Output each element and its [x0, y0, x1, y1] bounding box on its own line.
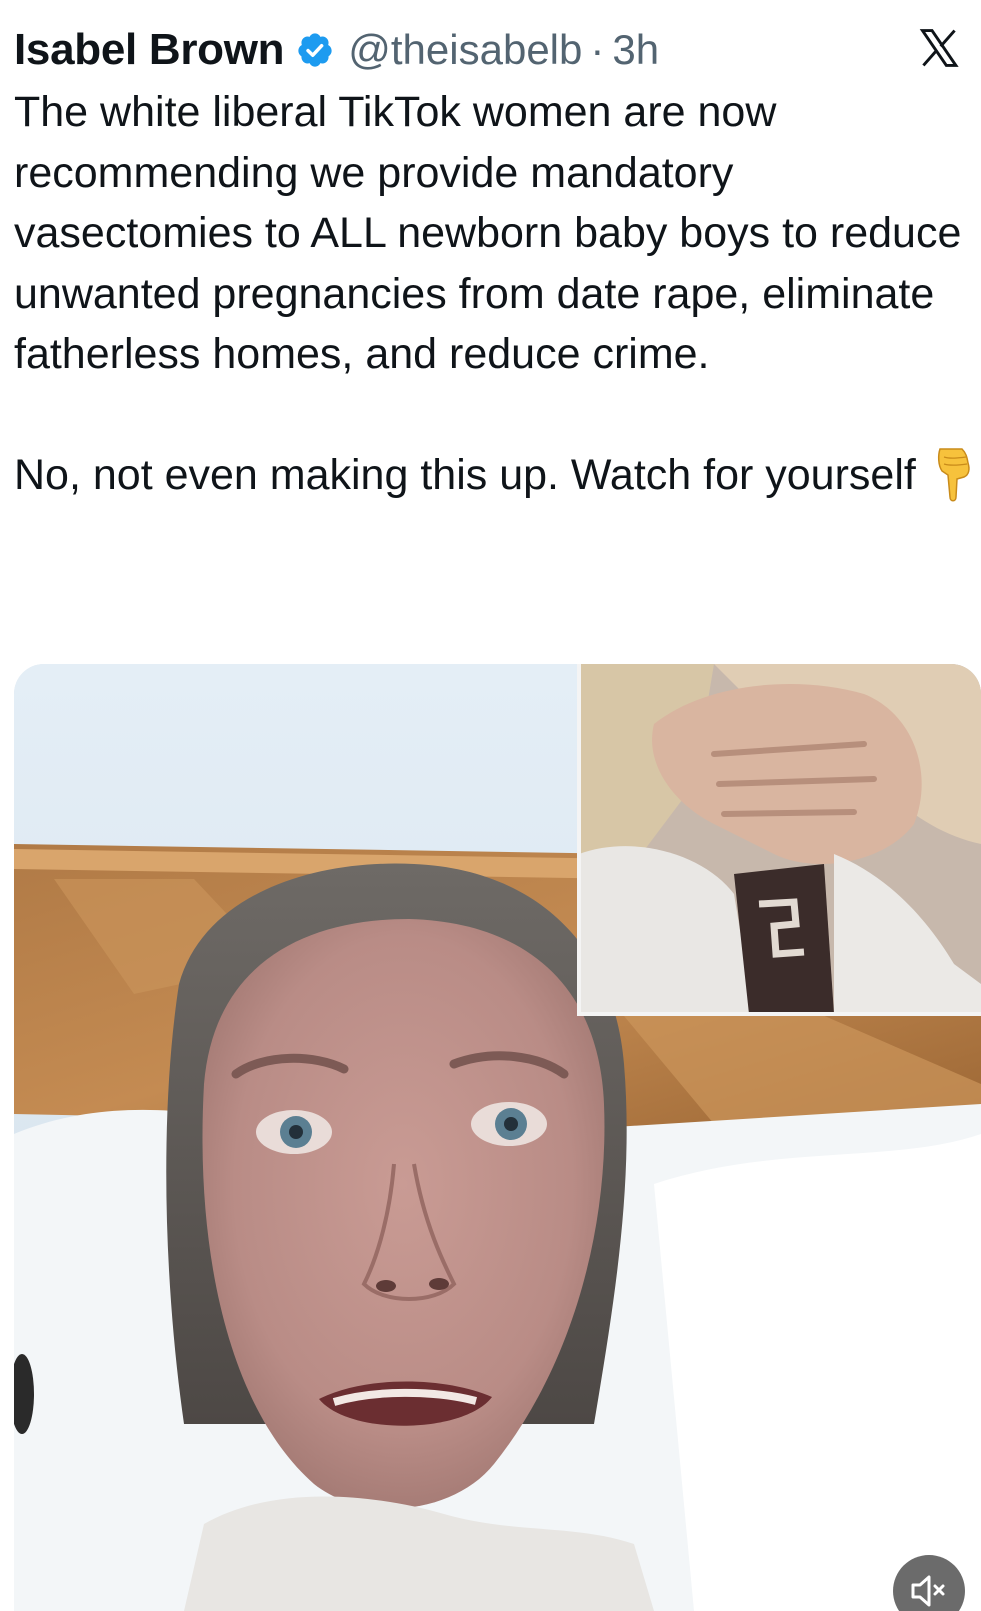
tweet-text-paragraph-2: No, not even making this up. Watch for y…	[14, 451, 916, 499]
handle[interactable]: @theisabelb	[348, 26, 582, 74]
mute-button[interactable]	[893, 1555, 965, 1611]
backhand-index-pointing-down-icon	[937, 448, 970, 502]
tweet-text: The white liberal TikTok women are now r…	[14, 82, 974, 506]
separator-dot: ·	[590, 26, 605, 73]
video-thumbnail	[14, 664, 981, 1611]
tweet-text-paragraph-1: The white liberal TikTok women are now r…	[14, 88, 962, 378]
tweet-header: Isabel Brown @theisabelb · 3h	[14, 18, 961, 82]
timestamp[interactable]: 3h	[612, 26, 659, 74]
verified-badge-icon	[298, 33, 332, 67]
speaker-muted-icon	[911, 1575, 945, 1607]
x-logo-icon[interactable]	[917, 26, 961, 70]
video-player[interactable]	[14, 664, 981, 1611]
display-name[interactable]: Isabel Brown	[14, 25, 285, 75]
